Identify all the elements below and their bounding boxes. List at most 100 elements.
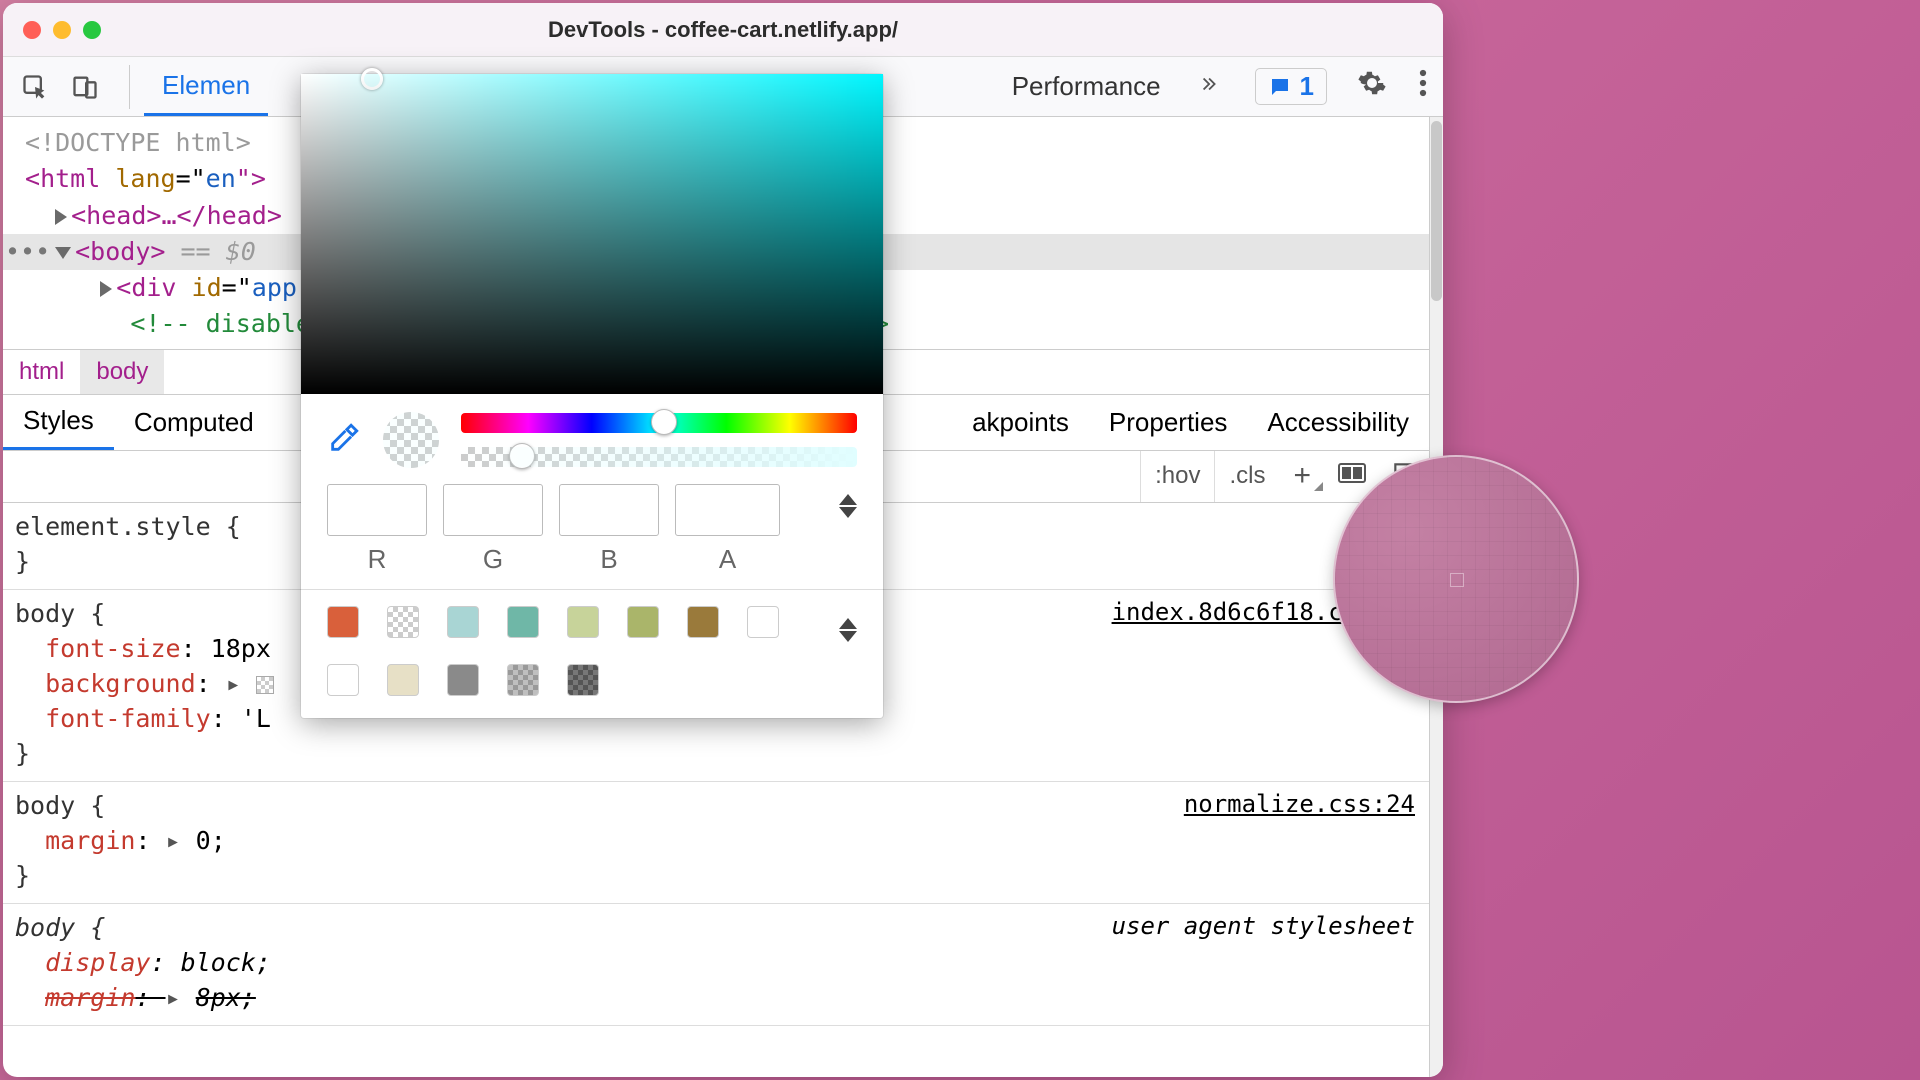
sv-thumb-handle[interactable]	[361, 68, 383, 90]
palette-swatch[interactable]	[447, 664, 479, 696]
color-inputs: R G B A	[301, 476, 883, 589]
dom-attr-name: lang	[115, 164, 175, 193]
dom-eq: ="	[176, 164, 206, 193]
expand-arrow-icon[interactable]: ▸	[166, 826, 181, 855]
tab-elements[interactable]: Elemen	[144, 57, 268, 116]
selected-line-menu-icon[interactable]: •••	[5, 234, 50, 270]
dom-tag-close: ">	[236, 164, 266, 193]
palette-swatch[interactable]	[387, 606, 419, 638]
rule-source-link[interactable]: normalize.css:24	[1184, 788, 1415, 822]
palette-swatch[interactable]	[387, 664, 419, 696]
scrollbar-thumb[interactable]	[1431, 121, 1442, 301]
css-prop-colon: :	[135, 826, 165, 855]
palette-swatch[interactable]	[507, 606, 539, 638]
css-rule-body-ua[interactable]: user agent stylesheet body { display: bl…	[3, 904, 1429, 1026]
palette-swatch[interactable]	[687, 606, 719, 638]
hov-toggle[interactable]: :hov	[1140, 451, 1214, 502]
channel-b-input[interactable]	[559, 484, 659, 536]
saturation-value-area[interactable]	[301, 74, 883, 394]
stepper-up-icon[interactable]	[839, 494, 857, 505]
tab-accessibility[interactable]: Accessibility	[1247, 395, 1429, 450]
dom-attr-val: app	[252, 273, 297, 302]
expand-arrow-icon[interactable]: ▸	[226, 669, 241, 698]
close-window-button[interactable]	[23, 21, 41, 39]
css-prop-val: :	[196, 669, 211, 698]
palette-swatch[interactable]	[327, 664, 359, 696]
settings-gear-icon[interactable]	[1341, 68, 1403, 105]
palette-set-stepper[interactable]	[839, 608, 857, 642]
hue-slider[interactable]	[461, 413, 857, 433]
alpha-thumb[interactable]	[509, 443, 535, 469]
window-controls	[23, 21, 101, 39]
rule-close: }	[15, 858, 1417, 893]
tab-properties[interactable]: Properties	[1089, 395, 1248, 450]
dom-comment: <!-- disable	[130, 309, 311, 338]
palette-swatch[interactable]	[567, 664, 599, 696]
breadcrumb-html[interactable]: html	[3, 350, 80, 394]
color-preview-swatch	[383, 412, 439, 468]
css-prop-name: display	[45, 948, 150, 977]
issues-badge[interactable]: 1	[1255, 68, 1327, 105]
inspect-element-icon[interactable]	[15, 67, 55, 107]
css-prop-val: : block;	[150, 948, 270, 977]
more-options-kebab-icon[interactable]	[1403, 68, 1443, 105]
expand-triangle-icon[interactable]	[55, 209, 67, 225]
dom-tag: div	[131, 273, 176, 302]
dom-tag-open: <	[25, 164, 40, 193]
css-prop-name: font-family	[45, 704, 211, 733]
rule-source-ua: user agent stylesheet	[1112, 910, 1415, 944]
minimize-window-button[interactable]	[53, 21, 71, 39]
dom-tag-open: <	[71, 201, 86, 230]
palette-swatch[interactable]	[327, 606, 359, 638]
alpha-slider[interactable]	[461, 447, 857, 467]
dom-tag-open: <	[116, 273, 131, 302]
more-tabs-chevron-icon[interactable]	[1179, 71, 1241, 102]
expand-arrow-icon[interactable]: ▸	[166, 983, 181, 1012]
dom-attr-val: en	[206, 164, 236, 193]
issues-count: 1	[1300, 71, 1314, 102]
expand-triangle-icon[interactable]	[100, 281, 112, 297]
palette-swatch[interactable]	[627, 606, 659, 638]
channel-g-input[interactable]	[443, 484, 543, 536]
css-rule-body-normalize[interactable]: normalize.css:24 body { margin: ▸ 0; }	[3, 782, 1429, 904]
collapse-triangle-icon[interactable]	[55, 247, 71, 259]
palette-swatch[interactable]	[567, 606, 599, 638]
dom-tag: head	[86, 201, 146, 230]
eyedropper-magnifier[interactable]	[1333, 455, 1579, 703]
new-rule-button[interactable]: +	[1279, 459, 1325, 493]
dom-selection-hint: == $0	[165, 237, 255, 266]
palette-swatch[interactable]	[447, 606, 479, 638]
device-toggle-icon[interactable]	[65, 67, 105, 107]
breadcrumb-body[interactable]: body	[80, 350, 164, 394]
zoom-window-button[interactable]	[83, 21, 101, 39]
dom-tag-open: <	[75, 237, 90, 266]
hue-thumb[interactable]	[651, 409, 677, 435]
color-picker-popover: R G B A	[301, 74, 883, 718]
window-title: DevTools - coffee-cart.netlify.app/	[3, 17, 1443, 43]
titlebar: DevTools - coffee-cart.netlify.app/	[3, 3, 1443, 57]
palette-swatch[interactable]	[747, 606, 779, 638]
css-prop-name-strike: margin	[45, 983, 135, 1012]
dom-tag-close: >	[150, 237, 165, 266]
eyedropper-icon[interactable]	[327, 421, 361, 460]
cls-toggle[interactable]: .cls	[1214, 451, 1279, 502]
tab-breakpoints-partial[interactable]: akpoints	[952, 395, 1089, 450]
dom-space	[176, 273, 191, 302]
channel-r-input[interactable]	[327, 484, 427, 536]
channel-r-label: R	[368, 544, 387, 575]
color-swatch-icon[interactable]	[256, 676, 274, 694]
stepper-down-icon[interactable]	[839, 507, 857, 518]
css-prop-name: font-size	[45, 634, 180, 663]
color-mode-stepper[interactable]	[839, 484, 857, 518]
dom-tag: html	[40, 164, 100, 193]
stepper-down-icon[interactable]	[839, 631, 857, 642]
palette-swatch[interactable]	[507, 664, 539, 696]
channel-a-input[interactable]	[675, 484, 780, 536]
stepper-up-icon[interactable]	[839, 618, 857, 629]
css-prop-colon: :	[135, 983, 165, 1012]
tab-computed[interactable]: Computed	[114, 395, 274, 450]
tab-performance[interactable]: Performance	[994, 57, 1179, 116]
rule-close: }	[15, 736, 1417, 771]
css-prop-val-strike: 8px;	[196, 983, 256, 1012]
tab-styles[interactable]: Styles	[3, 395, 114, 450]
